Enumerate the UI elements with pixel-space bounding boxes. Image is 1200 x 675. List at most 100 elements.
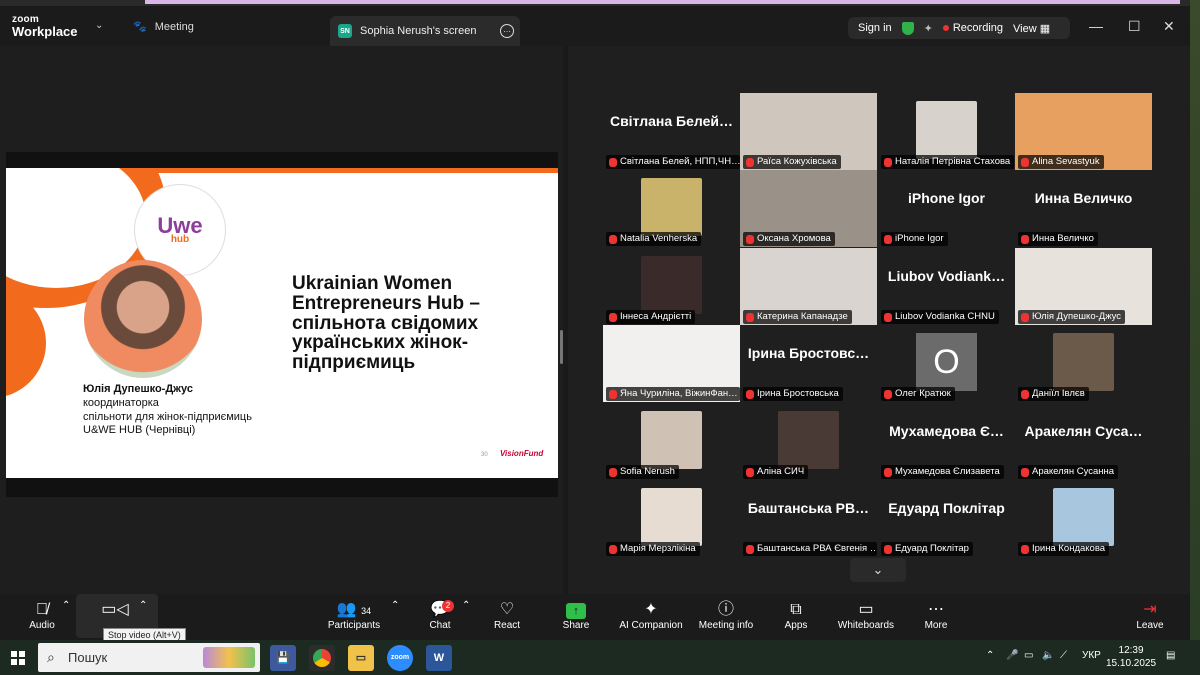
speaker-name: Юлія Дупешко-Джус: [83, 383, 193, 395]
close-icon[interactable]: ✕: [1163, 18, 1175, 35]
chevron-down-icon[interactable]: ⌄: [95, 20, 103, 31]
mic-muted-icon: [609, 234, 617, 244]
logo-sub: hub: [170, 234, 190, 246]
mic-muted-icon: [609, 389, 617, 399]
chat-button[interactable]: 💬 2 Chat: [424, 600, 456, 631]
leave-button[interactable]: ⇥ Leave: [1136, 600, 1164, 631]
save-app-icon[interactable]: 💾: [270, 645, 296, 671]
taskbar-clock[interactable]: 12:39 15.10.2025: [1106, 644, 1156, 670]
mic-muted-icon: [884, 234, 892, 244]
participant-name-label: Олег Кратюк: [881, 387, 955, 401]
participant-tile[interactable]: O Олег Кратюк: [878, 325, 1015, 402]
participant-tile[interactable]: Баштанська РВ… Баштанська РВА Євгенія …: [740, 480, 877, 557]
participants-button[interactable]: 👥 34 Participants: [326, 600, 382, 631]
tray-chevron-icon[interactable]: ⌃: [986, 650, 994, 661]
taskbar-search-input[interactable]: ⌕ Пошук: [38, 643, 260, 672]
participant-video: [641, 411, 702, 469]
info-icon: ⓘ: [717, 601, 734, 618]
participant-tile[interactable]: Раїса Кожухівська: [740, 93, 877, 170]
participant-tile[interactable]: Инна Величко Инна Величко: [1015, 170, 1152, 247]
word-app-text: W: [433, 652, 445, 664]
maximize-icon[interactable]: ☐: [1128, 18, 1141, 35]
split-view-divider[interactable]: [560, 330, 563, 364]
view-label: View: [1013, 22, 1037, 35]
participant-tile[interactable]: Мухамедова Є… Мухамедова Єлизавета: [878, 403, 1015, 480]
zoom-app-icon[interactable]: zoom: [387, 645, 413, 671]
participant-display-name: Світлана Белей…: [609, 113, 734, 129]
participant-tile[interactable]: Sofia Nerush: [603, 403, 740, 480]
participant-tile[interactable]: iPhone Igor iPhone Igor: [878, 170, 1015, 247]
apps-label: Apps: [784, 620, 808, 631]
participant-tile[interactable]: Наталія Петрівна Стахова: [878, 93, 1015, 170]
volume-icon[interactable]: 🔈: [1042, 650, 1054, 661]
participant-tile[interactable]: Катерина Капанадзе: [740, 248, 877, 325]
mic-muted-icon: [1021, 234, 1029, 244]
participant-tile[interactable]: Ірина Бростовс… Ірина Бростовська: [740, 325, 877, 402]
mic-muted-icon: [609, 467, 617, 477]
network-icon[interactable]: ⟋: [1060, 650, 1067, 661]
participant-tile[interactable]: Ірина Кондакова: [1015, 480, 1152, 557]
file-explorer-icon[interactable]: ▭: [348, 645, 374, 671]
participant-tile[interactable]: Оксана Хромова: [740, 170, 877, 247]
mic-muted-icon: [609, 544, 617, 554]
participant-name-label: Яна Чуриліна, ВіжинФан…: [606, 387, 740, 401]
word-app-icon[interactable]: W: [426, 645, 452, 671]
record-dot-icon: [942, 25, 949, 31]
audio-options-chevron-icon[interactable]: ⌃: [62, 600, 70, 611]
minimize-icon[interactable]: —: [1089, 18, 1103, 34]
participant-tile[interactable]: Яна Чуриліна, ВіжинФан…: [603, 325, 740, 402]
participant-name-label: Катерина Капанадзе: [743, 310, 852, 324]
participant-tile[interactable]: Liubov Vodiank… Liubov Vodianka CHNU: [878, 248, 1015, 325]
react-button[interactable]: ♡ React: [490, 600, 524, 631]
participants-chevron-icon[interactable]: ⌃: [391, 600, 399, 611]
more-options-icon[interactable]: …: [500, 24, 514, 38]
participant-tile[interactable]: Alina Sevastyuk: [1015, 93, 1152, 170]
participant-name-label: Ірина Бростовська: [743, 387, 843, 401]
whiteboards-button[interactable]: ▭ Whiteboards: [836, 600, 896, 631]
share-button[interactable]: ↑ Share: [560, 600, 592, 631]
audio-button[interactable]: 🎙̸ Audio: [26, 600, 58, 631]
zoom-workplace-logo[interactable]: zoom Workplace: [12, 15, 78, 39]
video-button[interactable]: ▭◁: [100, 600, 130, 620]
participant-name-label: Баштанська РВА Євгенія …: [743, 542, 877, 556]
participant-tile[interactable]: Юлія Дупешко-Джус: [1015, 248, 1152, 325]
participant-name-label: Инна Величко: [1018, 232, 1098, 246]
meeting-tab[interactable]: 🐾 Meeting: [133, 20, 194, 34]
meeting-info-button[interactable]: ⓘ Meeting info: [696, 600, 756, 631]
participant-tile[interactable]: Аліна СИЧ: [740, 403, 877, 480]
participant-tile[interactable]: Аракелян Суса… Аракелян Сусанна: [1015, 403, 1152, 480]
ai-companion-label: AI Companion: [619, 620, 683, 631]
windows-start-icon[interactable]: [11, 651, 25, 665]
language-indicator[interactable]: УКР: [1082, 650, 1101, 661]
gallery-scroll-down-icon[interactable]: ⌄: [850, 558, 906, 582]
zoom-window: zoom Workplace ⌄ 🐾 Meeting SN Sophia Ner…: [0, 0, 1200, 675]
ai-companion-button[interactable]: ✦ AI Companion: [618, 600, 684, 631]
participant-tile[interactable]: Едуард Поклітар Едуард Поклітар: [878, 480, 1015, 557]
battery-icon[interactable]: ▭: [1024, 650, 1033, 661]
sign-in-button[interactable]: Sign in: [858, 22, 892, 34]
sparkle-icon[interactable]: ✦: [924, 22, 933, 35]
participant-video: [778, 411, 839, 469]
notifications-icon[interactable]: ▤: [1166, 650, 1175, 661]
chrome-app-icon[interactable]: [309, 645, 335, 671]
slide-title: Ukrainian Women Entrepreneurs Hub – спіл…: [292, 273, 480, 373]
participant-tile[interactable]: Іннеса Андрієтті: [603, 248, 740, 325]
participant-name: Баштанська РВА Євгенія …: [757, 543, 877, 554]
participant-tile[interactable]: Natalia Venherska: [603, 170, 740, 247]
apps-button[interactable]: ⧉ Apps: [782, 600, 810, 631]
participant-tile[interactable]: Марія Мерзлікіна: [603, 480, 740, 557]
shared-screen-tab[interactable]: SN Sophia Nerush's screen …: [330, 16, 520, 46]
tray-mic-icon[interactable]: 🎤: [1006, 650, 1018, 661]
more-button[interactable]: ⋯ More: [922, 600, 950, 631]
participant-tile[interactable]: Даніїл Івлєв: [1015, 325, 1152, 402]
slide-page-number: 30: [481, 452, 488, 458]
participant-tile[interactable]: Світлана Белей… Світлана Белей, НПП,ЧН…: [603, 93, 740, 170]
chat-chevron-icon[interactable]: ⌃: [462, 600, 470, 611]
more-dots-icon: ⋯: [928, 601, 944, 618]
recording-indicator[interactable]: Recording: [942, 22, 1003, 34]
video-options-chevron-icon[interactable]: ⌃: [139, 600, 147, 611]
logo-text: Uwe: [157, 212, 203, 238]
shield-icon[interactable]: [901, 21, 914, 35]
view-button[interactable]: View ▦: [1013, 22, 1050, 35]
mic-muted-icon: [884, 157, 892, 167]
